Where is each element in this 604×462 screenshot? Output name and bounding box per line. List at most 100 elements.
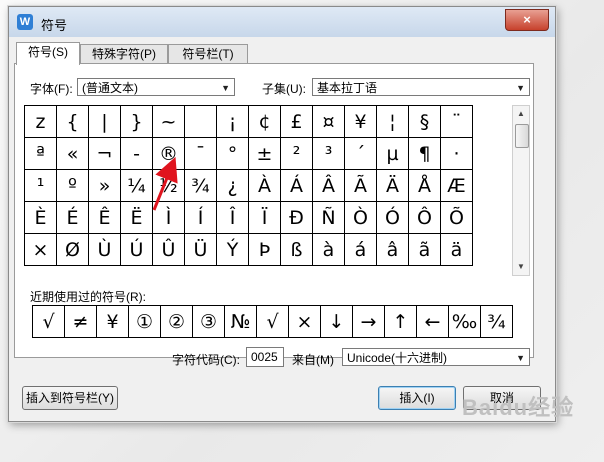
symbol-cell[interactable]: ± (249, 138, 281, 170)
symbol-cell[interactable]: ¢ (249, 106, 281, 138)
char-code-input[interactable]: 0025 (246, 347, 284, 367)
symbol-cell[interactable]: Î (217, 202, 249, 234)
symbol-cell[interactable]: ¹ (25, 170, 57, 202)
symbol-cell[interactable]: { (57, 106, 89, 138)
symbol-cell[interactable]: ° (217, 138, 249, 170)
symbol-cell[interactable]: | (89, 106, 121, 138)
insert-to-symbol-bar-button[interactable]: 插入到符号栏(Y) (22, 386, 118, 410)
title-bar[interactable]: W 符号 × (9, 7, 555, 37)
font-select[interactable]: (普通文本) ▼ (77, 78, 235, 96)
recent-symbol-cell[interactable]: ¥ (97, 306, 129, 338)
symbol-cell[interactable]: Ñ (313, 202, 345, 234)
symbol-cell[interactable]: Æ (441, 170, 473, 202)
symbol-cell[interactable]: } (121, 106, 153, 138)
symbol-cell[interactable]: ¡ (217, 106, 249, 138)
symbol-cell[interactable]: ª (25, 138, 57, 170)
recent-symbol-cell[interactable]: → (353, 306, 385, 338)
symbol-cell[interactable]: ¼ (121, 170, 153, 202)
recent-symbol-cell[interactable]: ③ (193, 306, 225, 338)
symbol-cell[interactable]: À (249, 170, 281, 202)
symbol-cell[interactable]: Ú (121, 234, 153, 266)
symbol-cell[interactable]: § (409, 106, 441, 138)
symbol-cell[interactable]: µ (377, 138, 409, 170)
symbol-cell[interactable]: · (441, 138, 473, 170)
symbol-cell[interactable]: £ (281, 106, 313, 138)
recent-symbol-cell[interactable]: √ (33, 306, 65, 338)
symbol-cell[interactable]: ¤ (313, 106, 345, 138)
symbol-cell[interactable]: Å (409, 170, 441, 202)
symbol-cell[interactable]: á (345, 234, 377, 266)
scroll-up-icon[interactable]: ▲ (513, 106, 529, 122)
symbol-cell[interactable]: Þ (249, 234, 281, 266)
encoding-select[interactable]: Unicode(十六进制) ▼ (342, 348, 530, 366)
symbol-cell[interactable]: ¯ (185, 138, 217, 170)
symbol-cell[interactable]: É (57, 202, 89, 234)
symbol-cell[interactable]: ® (153, 138, 185, 170)
symbol-cell[interactable]: Ð (281, 202, 313, 234)
symbol-cell[interactable]: Ø (57, 234, 89, 266)
symbol-cell[interactable]: Ò (345, 202, 377, 234)
symbol-cell[interactable]: z (25, 106, 57, 138)
symbol-cell[interactable]: - (121, 138, 153, 170)
close-button[interactable]: × (505, 9, 549, 31)
recent-symbol-cell[interactable]: ← (417, 306, 449, 338)
tab-symbol-bar[interactable]: 符号栏(T) (168, 44, 248, 64)
recent-symbol-cell[interactable]: ↓ (321, 306, 353, 338)
symbol-cell[interactable]: à (313, 234, 345, 266)
symbol-cell[interactable]: Ù (89, 234, 121, 266)
symbol-cell[interactable]: ß (281, 234, 313, 266)
symbol-cell[interactable]: Ó (377, 202, 409, 234)
symbol-cell[interactable]: Ã (345, 170, 377, 202)
symbol-cell[interactable]: â (377, 234, 409, 266)
symbol-cell[interactable]: ã (409, 234, 441, 266)
symbol-cell[interactable]: ¨ (441, 106, 473, 138)
recent-symbol-cell[interactable]: ≠ (65, 306, 97, 338)
symbol-cell[interactable]: ¥ (345, 106, 377, 138)
symbol-cell[interactable]: Ô (409, 202, 441, 234)
symbol-cell[interactable]: ³ (313, 138, 345, 170)
symbol-cell[interactable]: Á (281, 170, 313, 202)
symbol-cell[interactable]: Â (313, 170, 345, 202)
tab-special-characters[interactable]: 特殊字符(P) (80, 44, 168, 64)
symbol-cell[interactable]: Í (185, 202, 217, 234)
symbol-cell[interactable]: ¾ (185, 170, 217, 202)
symbol-cell[interactable]: Ý (217, 234, 249, 266)
symbol-cell[interactable]: ½ (153, 170, 185, 202)
recent-symbol-cell[interactable]: ‰ (449, 306, 481, 338)
symbol-cell[interactable]: ¬ (89, 138, 121, 170)
symbol-cell[interactable]: Ì (153, 202, 185, 234)
symbol-cell[interactable]: » (89, 170, 121, 202)
symbol-cell[interactable]: ¶ (409, 138, 441, 170)
recent-symbol-cell[interactable]: ① (129, 306, 161, 338)
insert-button[interactable]: 插入(I) (378, 386, 456, 410)
symbol-cell[interactable]: ¿ (217, 170, 249, 202)
recent-symbol-cell[interactable]: ¾ (481, 306, 513, 338)
symbol-cell[interactable]: Ë (121, 202, 153, 234)
symbol-cell[interactable]: ¦ (377, 106, 409, 138)
symbol-cell[interactable]: È (25, 202, 57, 234)
subset-select[interactable]: 基本拉丁语 ▼ (312, 78, 530, 96)
recent-symbol-cell[interactable]: № (225, 306, 257, 338)
symbol-grid-scrollbar[interactable]: ▲ ▼ (512, 105, 530, 276)
symbol-cell[interactable]: ´ (345, 138, 377, 170)
symbol-cell[interactable]: ² (281, 138, 313, 170)
symbol-cell[interactable]: ä (441, 234, 473, 266)
symbol-cell[interactable]: Ê (89, 202, 121, 234)
recent-symbol-cell[interactable]: ↑ (385, 306, 417, 338)
recent-symbol-cell[interactable]: × (289, 306, 321, 338)
symbol-cell[interactable]: « (57, 138, 89, 170)
scrollbar-thumb[interactable] (515, 124, 529, 148)
symbol-cell[interactable]: × (25, 234, 57, 266)
symbol-cell[interactable]: Û (153, 234, 185, 266)
symbol-cell[interactable]: Ä (377, 170, 409, 202)
symbol-cell[interactable]: º (57, 170, 89, 202)
symbol-cell[interactable]: Ï (249, 202, 281, 234)
recent-symbol-cell[interactable]: √ (257, 306, 289, 338)
symbol-cell[interactable] (185, 106, 217, 138)
symbol-cell[interactable]: Ü (185, 234, 217, 266)
tab-symbols[interactable]: 符号(S) (16, 42, 80, 65)
recent-symbol-cell[interactable]: ② (161, 306, 193, 338)
symbol-cell[interactable]: Õ (441, 202, 473, 234)
scroll-down-icon[interactable]: ▼ (513, 259, 529, 275)
symbol-cell[interactable]: ~ (153, 106, 185, 138)
